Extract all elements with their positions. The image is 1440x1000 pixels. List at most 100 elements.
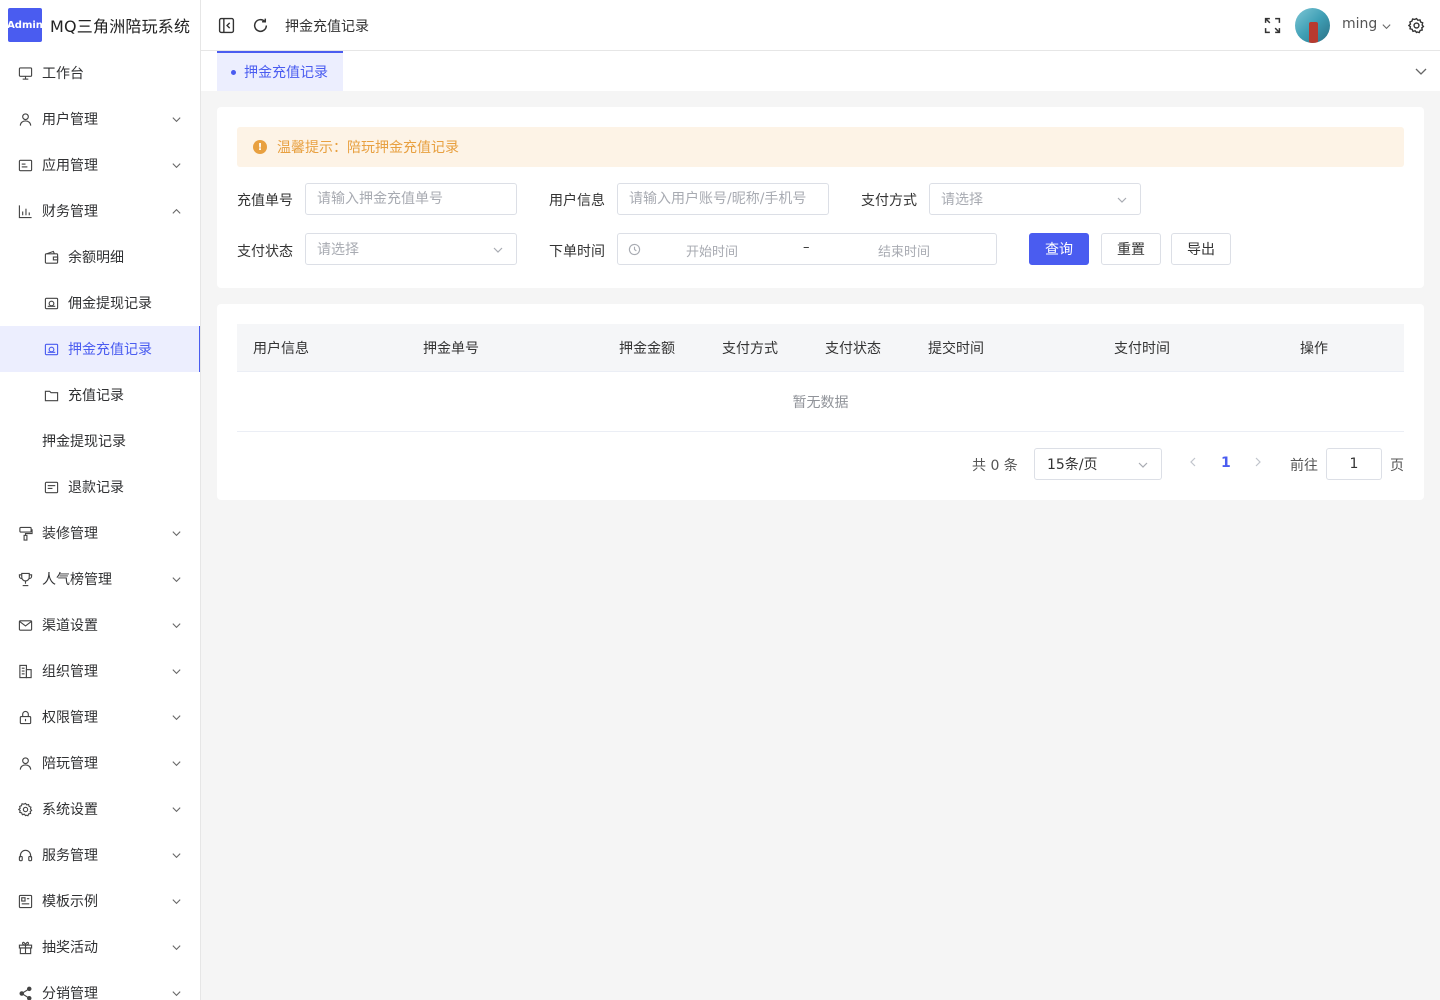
money-icon: [44, 296, 59, 311]
filter-card: ! 温馨提示：陪玩押金充值记录 充值单号 用户信息 支付方式 请选择 支付状态 …: [217, 107, 1424, 288]
pay-method-placeholder: 请选择: [941, 192, 983, 208]
sidebar-item[interactable]: 押金提现记录: [0, 418, 200, 464]
wallet-icon: [44, 250, 59, 265]
sidebar-item[interactable]: 财务管理: [0, 188, 200, 234]
avatar[interactable]: [1295, 8, 1330, 43]
goto-page-input[interactable]: [1326, 448, 1382, 480]
sidebar-item[interactable]: 系统设置: [0, 786, 200, 832]
chevron-down-icon: [171, 711, 182, 722]
order-no-label: 充值单号: [237, 193, 293, 209]
app-icon: [18, 158, 33, 173]
sidebar-item[interactable]: 退款记录: [0, 464, 200, 510]
sidebar-item[interactable]: 权限管理: [0, 694, 200, 740]
trophy-icon: [18, 572, 33, 587]
chevron-down-icon: [171, 895, 182, 906]
sidebar-item-label: 押金充值记录: [68, 342, 152, 358]
gear-icon: [18, 802, 33, 817]
chevron-up-icon: [171, 205, 182, 216]
chevron-down-icon: [171, 987, 182, 998]
sidebar-item-label: 工作台: [42, 66, 84, 82]
sidebar-item[interactable]: 用户管理: [0, 96, 200, 142]
refresh-icon[interactable]: [251, 16, 269, 34]
headset-icon: [18, 848, 33, 863]
chevron-down-icon: [171, 573, 182, 584]
sidebar-item-label: 押金提现记录: [42, 434, 126, 450]
chevron-down-icon: [492, 244, 504, 256]
username[interactable]: ming: [1342, 16, 1377, 32]
brand-title: MQ三角洲陪玩系统: [50, 17, 191, 36]
sidebar-item[interactable]: 抽奖活动: [0, 924, 200, 970]
sidebar-item-label: 装修管理: [42, 526, 98, 542]
column-header: 支付方式: [722, 341, 778, 357]
page-suffix: 页: [1390, 458, 1404, 474]
export-button[interactable]: 导出: [1171, 233, 1231, 265]
start-time-placeholder[interactable]: 开始时间: [686, 241, 738, 260]
tab-active[interactable]: 押金充值记录: [217, 51, 343, 91]
folder-icon: [44, 388, 59, 403]
sidebar-item[interactable]: 余额明细: [0, 234, 200, 280]
sidebar-item-label: 应用管理: [42, 158, 98, 174]
sidebar-item-label: 用户管理: [42, 112, 98, 128]
sidebar-item[interactable]: 组织管理: [0, 648, 200, 694]
chevron-down-icon: [1137, 459, 1149, 471]
query-button[interactable]: 查询: [1029, 233, 1089, 265]
sidebar-item[interactable]: 渠道设置: [0, 602, 200, 648]
sidebar-item[interactable]: 服务管理: [0, 832, 200, 878]
building-icon: [18, 664, 33, 679]
mail-icon: [18, 618, 33, 633]
sidebar-item[interactable]: 佣金提现记录: [0, 280, 200, 326]
sidebar-item[interactable]: 装修管理: [0, 510, 200, 556]
sidebar-item[interactable]: 模板示例: [0, 878, 200, 924]
page-size-select[interactable]: 15条/页: [1034, 448, 1162, 480]
sidebar-item[interactable]: 分销管理: [0, 970, 200, 1000]
prev-page-icon[interactable]: [1187, 454, 1199, 470]
page-size-value: 15条/页: [1047, 457, 1098, 473]
order-time-label: 下单时间: [549, 244, 605, 260]
page-number-current[interactable]: 1: [1221, 455, 1231, 471]
sidebar-item-label: 退款记录: [68, 480, 124, 496]
chevron-down-icon: [171, 757, 182, 768]
pay-method-select[interactable]: 请选择: [929, 183, 1141, 215]
sidebar-item-label: 系统设置: [42, 802, 98, 818]
sidebar-item-label: 人气榜管理: [42, 572, 112, 588]
sidebar-item-label: 充值记录: [68, 388, 124, 404]
fullscreen-icon[interactable]: [1263, 16, 1281, 34]
brand-logo: Admin: [7, 8, 43, 42]
tip-alert: ! 温馨提示：陪玩押金充值记录: [237, 127, 1404, 167]
active-dot: [231, 69, 236, 75]
alert-text: 温馨提示：陪玩押金充值记录: [277, 140, 459, 156]
sidebar-item[interactable]: 工作台: [0, 50, 200, 96]
order-time-range-picker[interactable]: 开始时间 – 结束时间: [617, 233, 997, 265]
settings-gear-icon[interactable]: [1407, 16, 1425, 34]
table-card: 用户信息 押金单号 押金金额 支付方式 支付状态 提交时间 支付时间 操作 暂无数据 共 0 …: [217, 304, 1424, 500]
pay-status-label: 支付状态: [237, 244, 293, 260]
sidebar-item-label: 余额明细: [68, 250, 124, 266]
order-no-input[interactable]: [305, 183, 517, 215]
breadcrumb: 押金充值记录: [285, 19, 369, 35]
user-chevron-down-icon[interactable]: [1381, 20, 1392, 31]
sidebar-item[interactable]: 陪玩管理: [0, 740, 200, 786]
user-info-label: 用户信息: [549, 193, 605, 209]
next-page-icon[interactable]: [1252, 454, 1264, 470]
tags-chevron-down-icon[interactable]: [1414, 64, 1428, 78]
pay-status-select[interactable]: 请选择: [305, 233, 517, 265]
sidebar-item[interactable]: 充值记录: [0, 372, 200, 418]
user-icon: [18, 756, 33, 771]
sidebar-item-label: 组织管理: [42, 664, 98, 680]
sidebar-item[interactable]: 押金充值记录: [0, 326, 200, 372]
user-info-input[interactable]: [617, 183, 829, 215]
chevron-down-icon: [1116, 194, 1128, 206]
share-icon: [18, 986, 33, 1000]
reset-button[interactable]: 重置: [1101, 233, 1161, 265]
end-time-placeholder[interactable]: 结束时间: [878, 241, 930, 260]
sidebar-item[interactable]: 应用管理: [0, 142, 200, 188]
sidebar-item-label: 权限管理: [42, 710, 98, 726]
lock-icon: [18, 710, 33, 725]
template-icon: [18, 894, 33, 909]
money-icon: [44, 342, 59, 357]
sidebar-item[interactable]: 人气榜管理: [0, 556, 200, 602]
list-icon: [44, 480, 59, 495]
collapse-sidebar-icon[interactable]: [217, 16, 235, 34]
sidebar-item-label: 服务管理: [42, 848, 98, 864]
range-separator: –: [803, 240, 810, 255]
